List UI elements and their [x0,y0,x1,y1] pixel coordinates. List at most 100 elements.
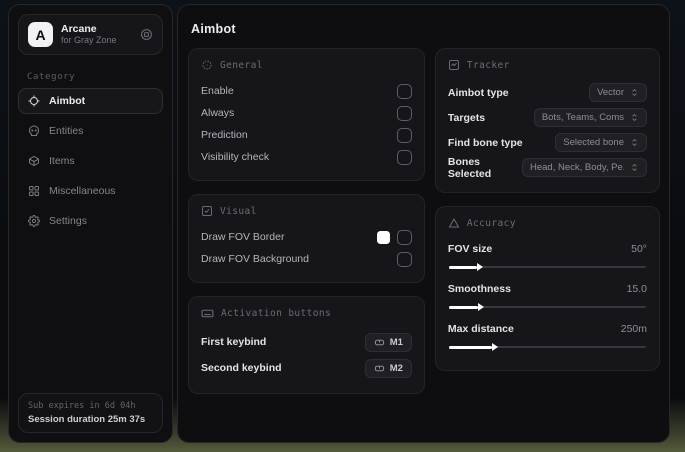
setting-label: Smoothness [447,283,511,295]
setting-label: Second keybind [201,362,282,374]
setting-label: Find bone type [447,136,523,149]
brand-card: A Arcane for Gray Zone [18,14,163,55]
setting-label: Aimbot type [447,86,509,99]
subscription-info: Sub expires in 6d 04h Session duration 2… [18,393,163,433]
setting-label: Prediction [201,129,248,141]
setting-row-draw-fov-border: Draw FOV Border [201,226,412,248]
package-icon [28,155,40,167]
section-title-tracker: Tracker [466,59,510,71]
app-name: Arcane [61,23,97,36]
setting-label: Max distance [447,323,514,335]
setting-label: Draw FOV Background [201,253,309,265]
sidebar-nav: Aimbot Entities Items Miscellaneous Sett… [9,88,172,384]
session-duration-text: Session duration 25m 37s [28,414,146,425]
setting-row-aimbot-type: Aimbot type Vector [448,80,647,105]
sidebar-item-label: Items [49,155,75,167]
general-card: General Enable Always Prediction Visibil… [188,48,425,181]
sidebar-item-label: Aimbot [49,95,86,107]
max-distance-value: 250m [620,323,647,335]
find-bone-type-dropdown[interactable]: Selected bone [555,133,647,152]
setting-row-first-keybind: First keybind M1 [201,329,412,355]
sidebar-item-label: Miscellaneous [49,185,116,197]
setting-row-prediction: Prediction [201,124,412,146]
second-keybind-button[interactable]: M2 [364,358,412,378]
sidebar-item-entities[interactable]: Entities [18,118,163,144]
account-status-icon[interactable] [140,28,153,41]
sidebar-item-label: Settings [49,215,87,227]
setting-row-draw-fov-background: Draw FOV Background [201,248,412,270]
tracker-card: Tracker Aimbot type Vector Targets Bots,… [434,48,660,193]
draw-fov-background-checkbox[interactable] [396,251,412,267]
targets-dropdown[interactable]: Bots, Teams, Coms [533,108,647,127]
image-icon [201,205,213,217]
keybind-value: M2 [389,362,403,374]
setting-label: Visibility check [201,151,270,163]
fov-border-color-swatch[interactable] [376,230,390,244]
setting-row-find-bone-type: Find bone type Selected bone [448,130,647,155]
section-title-accuracy: Accuracy [466,217,516,229]
crosshair-icon [201,59,213,71]
keyboard-icon [201,307,214,320]
sidebar-item-items[interactable]: Items [18,148,163,174]
keybind-value: M1 [389,336,403,348]
triangle-icon [448,217,460,229]
activation-buttons-card: Activation buttons First keybind M1 Seco… [188,296,425,394]
setting-label: First keybind [201,336,267,348]
grid-icon [28,185,40,197]
dropdown-value: Bots, Teams, Coms [541,112,624,123]
setting-label: Targets [447,111,486,124]
aimbot-type-dropdown[interactable]: Vector [589,83,647,102]
sidebar-item-aimbot[interactable]: Aimbot [18,88,163,114]
visual-card: Visual Draw FOV Border Draw FOV Backgrou… [188,194,425,283]
gear-icon [28,215,40,227]
sidebar-item-miscellaneous[interactable]: Miscellaneous [18,178,163,204]
app-subtitle: for Gray Zone [61,35,117,46]
setting-row-targets: Targets Bots, Teams, Coms [448,105,647,130]
fov-size-slider[interactable] [448,262,646,272]
mouse-icon [374,363,385,374]
max-distance-slider[interactable] [448,342,646,352]
setting-row-enable: Enable [201,80,412,102]
chevron-up-down-icon [630,113,639,122]
setting-row-fov-size: FOV size 50° [448,238,647,272]
setting-row-second-keybind: Second keybind M2 [201,355,412,381]
main-panel: Aimbot General Enable Always Prediction … [177,4,670,443]
dropdown-value: Selected bone [563,137,624,148]
accuracy-card: Accuracy FOV size 50° Smoothness 15.0 Ma… [434,206,660,371]
draw-fov-border-checkbox[interactable] [396,229,412,245]
setting-label: Enable [201,85,234,97]
sidebar-item-settings[interactable]: Settings [18,208,163,234]
chevron-up-down-icon [630,163,639,172]
chevron-up-down-icon [630,138,639,147]
setting-label: Bones Selected [447,155,492,180]
setting-row-bones-selected: Bones Selected Head, Neck, Body, Pe.. [448,155,647,180]
crosshair-icon [28,95,40,107]
setting-label: Always [201,107,235,119]
mouse-icon [374,337,385,348]
setting-row-max-distance: Max distance 250m [448,318,647,352]
activity-icon [448,59,460,71]
smoothness-value: 15.0 [626,283,647,295]
sidebar: A Arcane for Gray Zone Category Aimbot E… [8,4,173,443]
dropdown-value: Head, Neck, Body, Pe.. [530,162,624,173]
bones-selected-dropdown[interactable]: Head, Neck, Body, Pe.. [522,158,647,177]
first-keybind-button[interactable]: M1 [364,332,412,352]
visibility-check-checkbox[interactable] [396,149,412,165]
dropdown-value: Vector [597,87,624,98]
category-label: Category [27,72,76,82]
smoothness-slider[interactable] [448,302,646,312]
setting-row-always: Always [201,102,412,124]
page-title: Aimbot [191,22,236,36]
skull-icon [28,125,40,137]
always-checkbox[interactable] [396,105,412,121]
sub-expires-text: Sub expires in 6d 04h [28,401,136,411]
setting-row-smoothness: Smoothness 15.0 [448,278,647,312]
app-logo: A [28,22,53,47]
enable-checkbox[interactable] [396,83,412,99]
setting-label: Draw FOV Border [201,231,285,243]
setting-row-visibility-check: Visibility check [201,146,412,168]
chevron-up-down-icon [630,88,639,97]
section-title-activation: Activation buttons [221,308,332,319]
prediction-checkbox[interactable] [396,127,412,143]
section-title-visual: Visual [220,205,257,217]
